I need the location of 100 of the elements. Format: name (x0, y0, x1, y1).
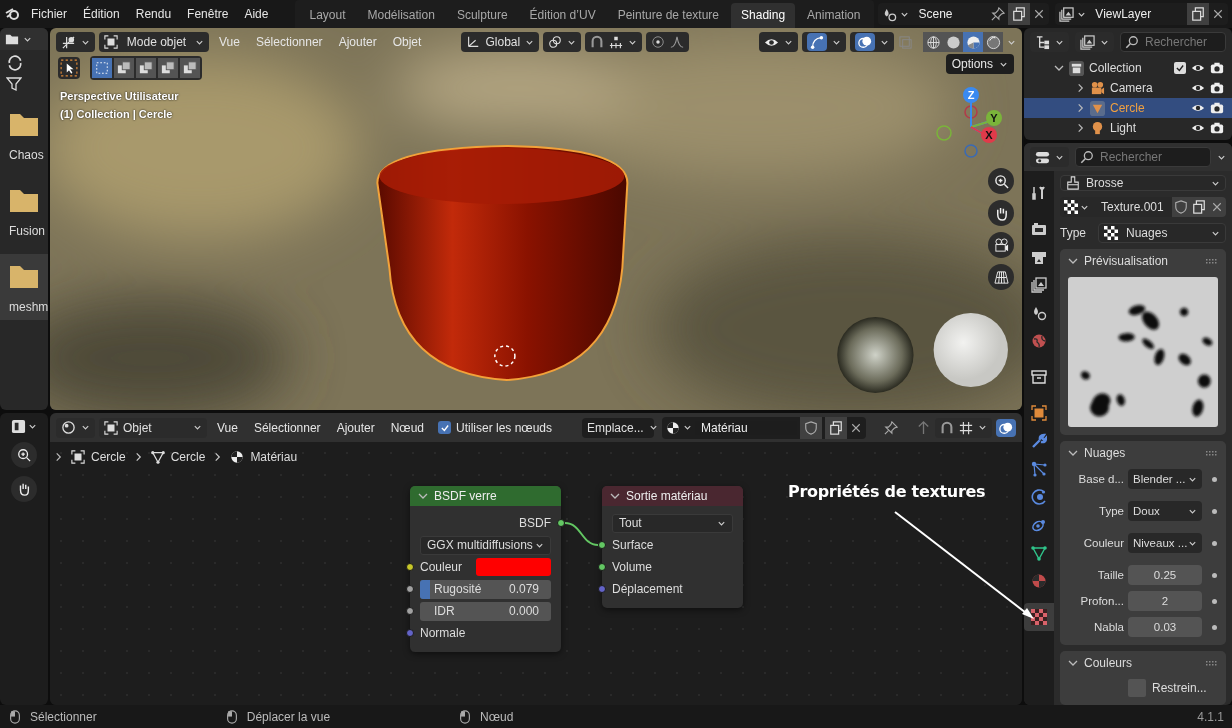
camera-icon[interactable] (1210, 81, 1224, 95)
editor-type-button[interactable] (56, 32, 95, 52)
workspace-tab[interactable]: Sculpture (446, 3, 518, 28)
shading-button[interactable] (963, 32, 983, 52)
shading-button[interactable] (983, 32, 1003, 52)
dropdown[interactable]: Niveaux ... (1128, 533, 1202, 553)
grip-icon[interactable] (1206, 258, 1218, 264)
close-icon[interactable] (1210, 201, 1223, 213)
close-icon[interactable] (1212, 8, 1224, 20)
panel-title[interactable]: Couleurs (1084, 656, 1200, 670)
chevron-right-icon[interactable] (1076, 103, 1085, 113)
grip-icon[interactable] (1206, 450, 1218, 456)
workspace-tab[interactable]: Shading (731, 3, 796, 28)
menu-item[interactable]: Ajouter (330, 418, 381, 437)
checkbox[interactable] (438, 421, 451, 434)
socket[interactable] (598, 541, 606, 549)
keyframe-dot[interactable] (1212, 508, 1217, 514)
close-icon[interactable] (850, 421, 862, 434)
menu-item[interactable]: Aide (237, 3, 276, 25)
editor-type-button[interactable] (56, 417, 95, 438)
socket[interactable] (406, 607, 414, 615)
snap-button[interactable] (935, 417, 992, 438)
workspace-tab[interactable]: Peinture de texture (607, 3, 730, 28)
keyframe-dot[interactable] (1212, 624, 1217, 630)
overlays-toggle[interactable] (996, 418, 1016, 437)
outliner-row[interactable]: Light (1024, 118, 1232, 138)
chevron-down-icon[interactable] (1054, 63, 1064, 73)
menu-item[interactable]: Édition (76, 3, 127, 25)
folder-item[interactable]: Chaos (0, 102, 48, 168)
chevron-right-icon[interactable] (54, 452, 63, 462)
keyframe-dot[interactable] (1212, 572, 1217, 578)
select-mode-button[interactable] (180, 58, 200, 78)
menu-item[interactable]: Vue (211, 418, 244, 437)
shading-button[interactable] (923, 32, 943, 52)
camera-icon[interactable] (1210, 101, 1224, 115)
dropdown[interactable]: Tout (612, 513, 733, 533)
workspace-tab[interactable]: Layout (299, 3, 356, 28)
search-field[interactable]: Rechercher (1120, 32, 1226, 52)
pin-icon[interactable] (991, 7, 1006, 21)
workspace-tab[interactable]: Édition d’UV (519, 3, 606, 28)
outliner-row[interactable]: Camera (1024, 78, 1232, 98)
search-field[interactable]: Rechercher (1075, 147, 1211, 167)
node-header[interactable]: Sortie matériau (602, 486, 743, 506)
menu-item[interactable]: Fichier (24, 3, 74, 25)
outliner-row[interactable]: Collection (1024, 58, 1232, 78)
pin-icon[interactable] (884, 420, 898, 435)
select-mode-button[interactable] (136, 58, 156, 78)
pan-button[interactable] (11, 476, 37, 502)
texture-selector[interactable]: Texture.001 (1060, 197, 1226, 217)
editor-type-button[interactable] (1030, 147, 1069, 167)
menu-item[interactable]: Rendu (128, 3, 179, 25)
camera-icon[interactable] (1210, 121, 1224, 135)
select-mode-button[interactable] (114, 58, 134, 78)
brush-dropdown[interactable]: Brosse (1060, 175, 1226, 191)
number-field[interactable]: 0.25 (1128, 565, 1202, 585)
select-tool-icon[interactable] (60, 59, 78, 77)
visibility-button[interactable] (759, 32, 798, 52)
scene-selector[interactable]: Scene (878, 3, 1050, 25)
chevron-down-icon[interactable] (1068, 256, 1078, 266)
chevron-down-icon[interactable] (1068, 658, 1078, 668)
chevron-right-icon[interactable] (1076, 123, 1085, 133)
copy-icon[interactable] (1012, 7, 1027, 21)
panel-title[interactable]: Prévisualisation (1084, 254, 1200, 268)
menu-item[interactable]: Fenêtre (180, 3, 236, 25)
workspace-tab[interactable]: Animation (797, 3, 871, 28)
keyframe-dot[interactable] (1212, 540, 1217, 546)
proportional-button[interactable] (646, 32, 690, 52)
dropdown[interactable]: Doux (1128, 501, 1202, 521)
dropdown[interactable]: GGX multidiffusions (420, 535, 551, 555)
number-field[interactable]: 0.03 (1128, 617, 1202, 637)
socket[interactable] (406, 563, 414, 571)
socket[interactable] (598, 563, 606, 571)
snap-button[interactable] (585, 32, 643, 52)
properties-tab[interactable] (1024, 603, 1054, 631)
select-mode-button[interactable] (158, 58, 178, 78)
menu-item[interactable]: Sélectionner (249, 33, 329, 51)
copy-icon[interactable] (1191, 200, 1206, 214)
breadcrumb[interactable]: Cercle (91, 450, 126, 464)
menu-item[interactable]: Sélectionner (247, 418, 327, 437)
material-selector[interactable]: Matériau (662, 416, 866, 439)
menu-item[interactable]: Nœud (384, 418, 430, 437)
breadcrumb[interactable]: Matériau (250, 450, 298, 464)
view-layer-selector[interactable]: ViewLayer (1055, 3, 1228, 25)
breadcrumb[interactable]: Cercle (170, 450, 206, 464)
panel-title[interactable]: Nuages (1084, 446, 1200, 460)
orientation-dropdown[interactable]: Global (461, 32, 540, 52)
chevron-down-icon[interactable] (610, 491, 620, 501)
color-swatch[interactable] (476, 558, 551, 576)
editor-type-icon[interactable] (11, 419, 26, 434)
zoom-button[interactable] (11, 442, 37, 468)
folder-item[interactable]: meshm (0, 254, 48, 320)
close-icon[interactable] (1033, 8, 1046, 20)
copy-icon[interactable] (829, 420, 843, 435)
mode-dropdown[interactable]: Mode objet (99, 32, 209, 52)
shading-button[interactable] (943, 32, 963, 52)
grip-icon[interactable] (1206, 660, 1218, 666)
data-type-dropdown[interactable]: Objet (99, 417, 207, 438)
socket[interactable] (557, 519, 565, 527)
overlays-toggle[interactable] (855, 33, 875, 51)
chevron-right-icon[interactable] (1076, 83, 1085, 93)
